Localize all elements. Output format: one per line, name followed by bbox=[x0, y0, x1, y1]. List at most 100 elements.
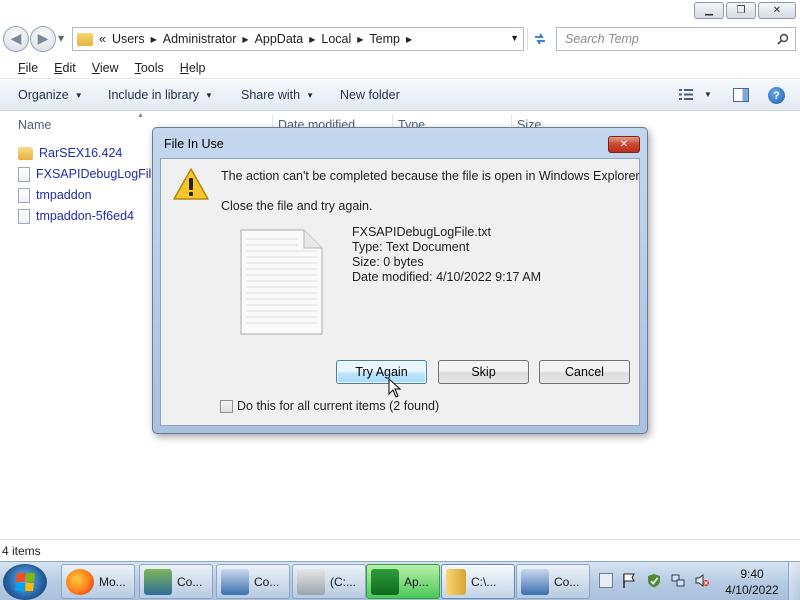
new-folder-button[interactable]: New folder bbox=[340, 88, 400, 102]
file-icon bbox=[18, 208, 30, 224]
breadcrumb-arrow-icon[interactable]: ▶ bbox=[406, 35, 412, 44]
breadcrumb-temp[interactable]: Temp bbox=[369, 32, 400, 46]
taskbar: Mo... Co... Co... (C:... Ap... C:\... Co… bbox=[0, 561, 800, 600]
taskbar-item-label: Co... bbox=[254, 574, 280, 589]
breadcrumb-arrow-icon[interactable]: ▶ bbox=[357, 35, 363, 44]
file-name: FXSAPIDebugLogFile.txt bbox=[352, 225, 491, 239]
taskbar-item-folder[interactable]: C:\... bbox=[441, 564, 515, 599]
breadcrumb-administrator[interactable]: Administrator bbox=[163, 32, 237, 46]
action-center-flag-icon[interactable] bbox=[622, 573, 636, 588]
list-item[interactable]: RarSEX16.424 bbox=[18, 143, 122, 163]
breadcrumb-appdata[interactable]: AppData bbox=[255, 32, 304, 46]
network-icon[interactable] bbox=[671, 573, 685, 588]
apply-to-all-label[interactable]: Do this for all current items (2 found) bbox=[237, 399, 439, 413]
search-input[interactable]: Search Temp bbox=[556, 27, 796, 51]
menu-bar: File Edit View Tools Help bbox=[0, 57, 800, 79]
file-icon bbox=[18, 187, 30, 203]
security-check-icon[interactable] bbox=[647, 573, 661, 588]
clock-date: 4/10/2022 bbox=[725, 583, 779, 597]
cancel-button[interactable]: Cancel bbox=[539, 360, 630, 384]
menu-edit[interactable]: Edit bbox=[54, 61, 76, 75]
computer-icon bbox=[221, 568, 249, 595]
window-caption-buttons: ▁ ❐ ✕ bbox=[694, 2, 796, 19]
menu-help[interactable]: Help bbox=[180, 61, 206, 75]
share-with-button[interactable]: Share with ▼ bbox=[241, 88, 314, 102]
close-window-button[interactable]: ✕ bbox=[758, 2, 796, 19]
minimize-button[interactable]: ▁ bbox=[694, 2, 724, 19]
breadcrumb-local[interactable]: Local bbox=[321, 32, 351, 46]
text-file-icon bbox=[18, 166, 30, 182]
back-button[interactable]: ◀ bbox=[3, 26, 29, 52]
app-icon bbox=[371, 568, 399, 595]
breadcrumb-arrow-icon[interactable]: ▶ bbox=[309, 35, 315, 44]
navigation-bar: ◀ ▶ ▼ « Users ▶ Administrator ▶ AppData … bbox=[0, 22, 800, 56]
taskbar-item-drive[interactable]: (C:... bbox=[292, 564, 366, 599]
search-placeholder: Search Temp bbox=[565, 32, 639, 46]
taskbar-item-computer[interactable]: Co... bbox=[516, 564, 590, 599]
warning-icon bbox=[173, 168, 209, 200]
refresh-icon bbox=[534, 33, 545, 45]
firefox-icon bbox=[66, 568, 94, 595]
include-in-library-button[interactable]: Include in library ▼ bbox=[108, 88, 213, 102]
drive-icon bbox=[297, 568, 325, 595]
breadcrumb-arrow-icon[interactable]: ▶ bbox=[151, 35, 157, 44]
maximize-button[interactable]: ❐ bbox=[726, 2, 756, 19]
file-name: tmpaddon-5f6ed4 bbox=[36, 209, 134, 223]
system-clock[interactable]: 9:40 4/10/2022 bbox=[720, 566, 784, 598]
list-item[interactable]: tmpaddon bbox=[18, 185, 92, 205]
menu-tools[interactable]: Tools bbox=[135, 61, 164, 75]
chevron-down-icon: ▼ bbox=[74, 90, 83, 100]
apply-to-all-checkbox[interactable] bbox=[220, 400, 233, 413]
view-dropdown-icon[interactable]: ▼ bbox=[704, 90, 712, 99]
try-again-button[interactable]: Try Again bbox=[336, 360, 427, 384]
computer-icon bbox=[521, 568, 549, 595]
organize-label: Organize bbox=[18, 88, 69, 102]
share-with-label: Share with bbox=[241, 88, 301, 102]
dialog-close-button[interactable]: ✕ bbox=[608, 136, 640, 153]
help-icon[interactable]: ? bbox=[768, 87, 785, 104]
file-size: Size: 0 bytes bbox=[352, 255, 424, 269]
address-overflow[interactable]: « bbox=[99, 32, 106, 46]
item-count: 4 items bbox=[2, 543, 41, 558]
command-bar: Organize ▼ Include in library ▼ Share wi… bbox=[0, 80, 800, 111]
taskbar-item-label: Mo... bbox=[99, 574, 126, 589]
menu-file[interactable]: File bbox=[18, 61, 38, 75]
recent-pages-dropdown[interactable]: ▼ bbox=[58, 34, 64, 43]
search-icon[interactable] bbox=[777, 33, 789, 45]
breadcrumb-users[interactable]: Users bbox=[112, 32, 145, 46]
preview-pane-icon[interactable] bbox=[733, 88, 749, 102]
sort-ascending-icon: ▲ bbox=[137, 112, 144, 119]
file-name: RarSEX16.424 bbox=[39, 146, 123, 160]
address-dropdown-icon[interactable]: ▼ bbox=[510, 33, 519, 43]
include-in-library-label: Include in library bbox=[108, 88, 200, 102]
taskbar-item-label: (C:... bbox=[330, 574, 356, 589]
show-desktop-button[interactable] bbox=[788, 562, 800, 600]
volume-muted-icon[interactable] bbox=[695, 573, 709, 588]
new-folder-label: New folder bbox=[340, 88, 400, 102]
document-tray-icon[interactable] bbox=[599, 573, 613, 588]
clock-time: 9:40 bbox=[740, 567, 764, 581]
breadcrumb-arrow-icon[interactable]: ▶ bbox=[242, 35, 248, 44]
dialog-instruction: Close the file and try again. bbox=[221, 199, 373, 213]
taskbar-item-computer[interactable]: Co... bbox=[139, 564, 213, 599]
taskbar-item-computer[interactable]: Co... bbox=[216, 564, 290, 599]
chevron-down-icon: ▼ bbox=[205, 90, 213, 100]
list-item[interactable]: tmpaddon-5f6ed4 bbox=[18, 206, 134, 226]
text-document-icon bbox=[240, 229, 323, 335]
dialog-title: File In Use bbox=[164, 137, 224, 151]
address-bar[interactable]: « Users ▶ Administrator ▶ AppData ▶ Loca… bbox=[72, 27, 524, 51]
column-name[interactable]: Name bbox=[18, 118, 51, 132]
skip-button[interactable]: Skip bbox=[438, 360, 529, 384]
start-button[interactable] bbox=[3, 564, 47, 600]
organize-button[interactable]: Organize ▼ bbox=[18, 88, 83, 102]
menu-view[interactable]: View bbox=[92, 61, 119, 75]
refresh-button[interactable] bbox=[527, 28, 551, 50]
forward-button[interactable]: ▶ bbox=[30, 26, 56, 52]
file-name: tmpaddon bbox=[36, 188, 92, 202]
folder-icon bbox=[18, 146, 33, 160]
chevron-down-icon: ▼ bbox=[306, 90, 314, 100]
taskbar-item-app[interactable]: Ap... bbox=[366, 564, 440, 599]
view-options-icon[interactable] bbox=[679, 88, 693, 101]
taskbar-item-firefox[interactable]: Mo... bbox=[61, 564, 135, 599]
computer-icon bbox=[144, 568, 172, 595]
